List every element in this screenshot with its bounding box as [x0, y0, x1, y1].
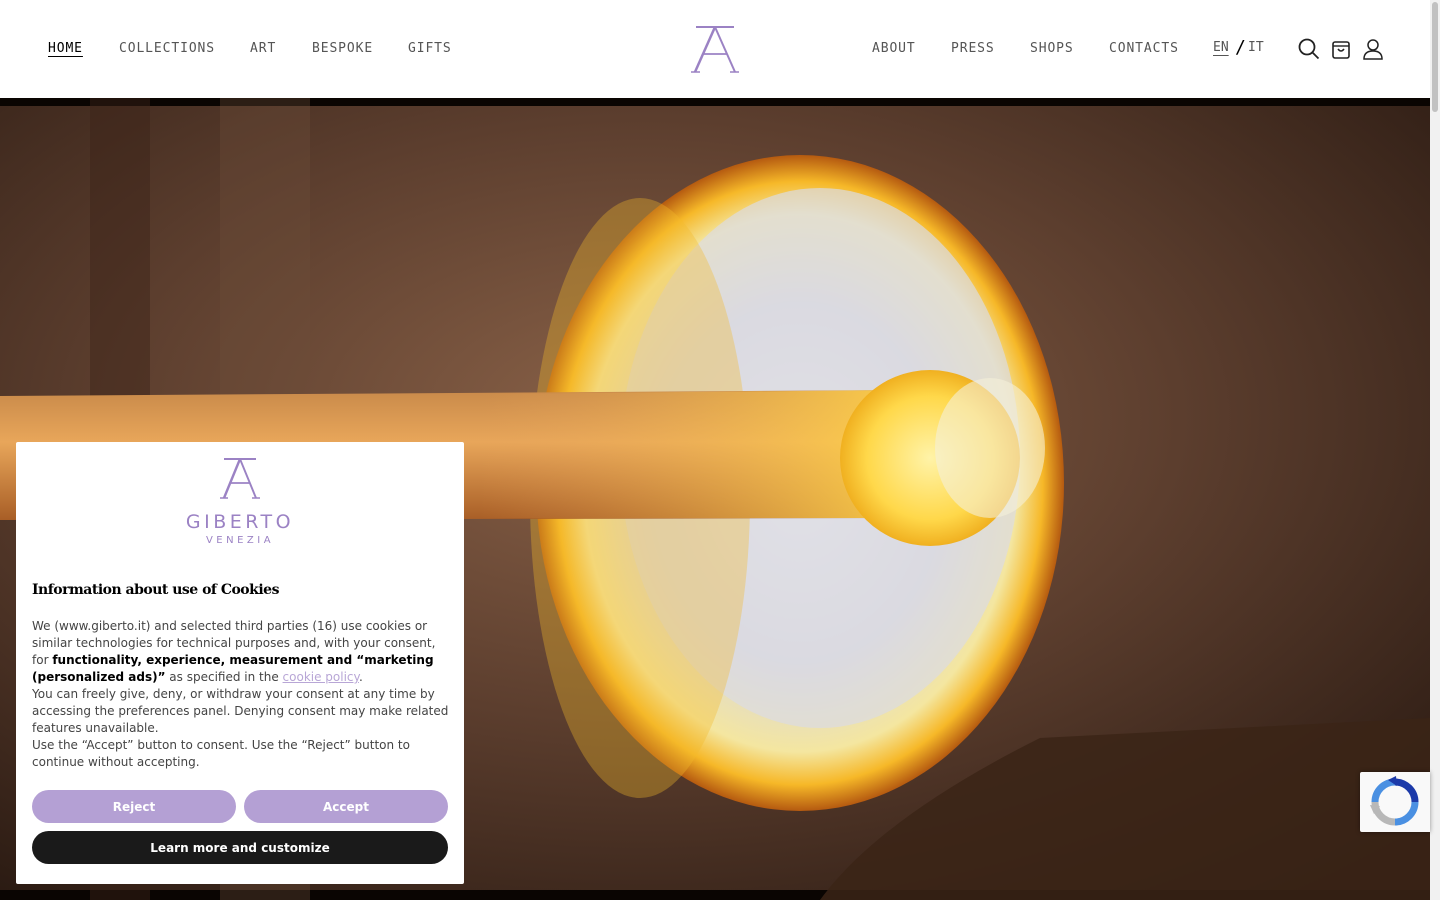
nav-about[interactable]: ABOUT	[872, 41, 916, 56]
cookie-description: We (www.giberto.it) and selected third p…	[32, 618, 452, 771]
nav-collections[interactable]: COLLECTIONS	[119, 41, 215, 56]
page-scrollbar[interactable]	[1430, 0, 1440, 900]
search-icon[interactable]	[1297, 37, 1321, 61]
brand-name: GIBERTO	[185, 511, 295, 533]
cookie-paragraph-3: Use the “Accept” button to consent. Use …	[32, 738, 410, 769]
nav-gifts[interactable]: GIFTS	[408, 41, 452, 56]
cookie-paragraph-1: We (www.giberto.it) and selected third p…	[32, 618, 452, 686]
nav-bespoke[interactable]: BESPOKE	[312, 41, 373, 56]
lang-en[interactable]: EN	[1213, 40, 1229, 55]
cookie-text-part: as specified in the	[165, 670, 283, 684]
nav-art[interactable]: ART	[250, 41, 276, 56]
nav-contacts[interactable]: CONTACTS	[1109, 41, 1179, 56]
cookie-title: Information about use of Cookies	[32, 582, 279, 598]
cart-icon[interactable]	[1329, 37, 1353, 61]
scrollbar-thumb[interactable]	[1432, 2, 1438, 112]
nav-home[interactable]: HOME	[48, 41, 83, 56]
cookie-consent-panel: GIBERTO VENEZIA Information about use of…	[16, 442, 464, 884]
nav-press[interactable]: PRESS	[951, 41, 995, 56]
giberto-logo-icon	[220, 458, 260, 499]
lang-separator: /	[1235, 37, 1246, 58]
learn-more-button[interactable]: Learn more and customize	[32, 831, 448, 864]
brand-subtitle: VENEZIA	[205, 535, 275, 546]
recaptcha-icon	[1370, 776, 1419, 826]
reject-button[interactable]: Reject	[32, 790, 236, 823]
cookie-text-part: .	[358, 670, 363, 684]
logo-icon[interactable]	[688, 22, 742, 76]
cookie-logo	[16, 456, 464, 506]
user-icon[interactable]	[1361, 37, 1385, 61]
lang-it[interactable]: IT	[1248, 40, 1264, 55]
cookie-paragraph-2: You can freely give, deny, or withdraw y…	[32, 687, 449, 735]
accept-button[interactable]: Accept	[244, 790, 448, 823]
recaptcha-badge[interactable]	[1360, 772, 1430, 832]
cookie-policy-link[interactable]: cookie policy	[283, 670, 359, 684]
nav-shops[interactable]: SHOPS	[1030, 41, 1074, 56]
site-header: HOME COLLECTIONS ART BESPOKE GIFTS ABOUT…	[0, 0, 1430, 98]
